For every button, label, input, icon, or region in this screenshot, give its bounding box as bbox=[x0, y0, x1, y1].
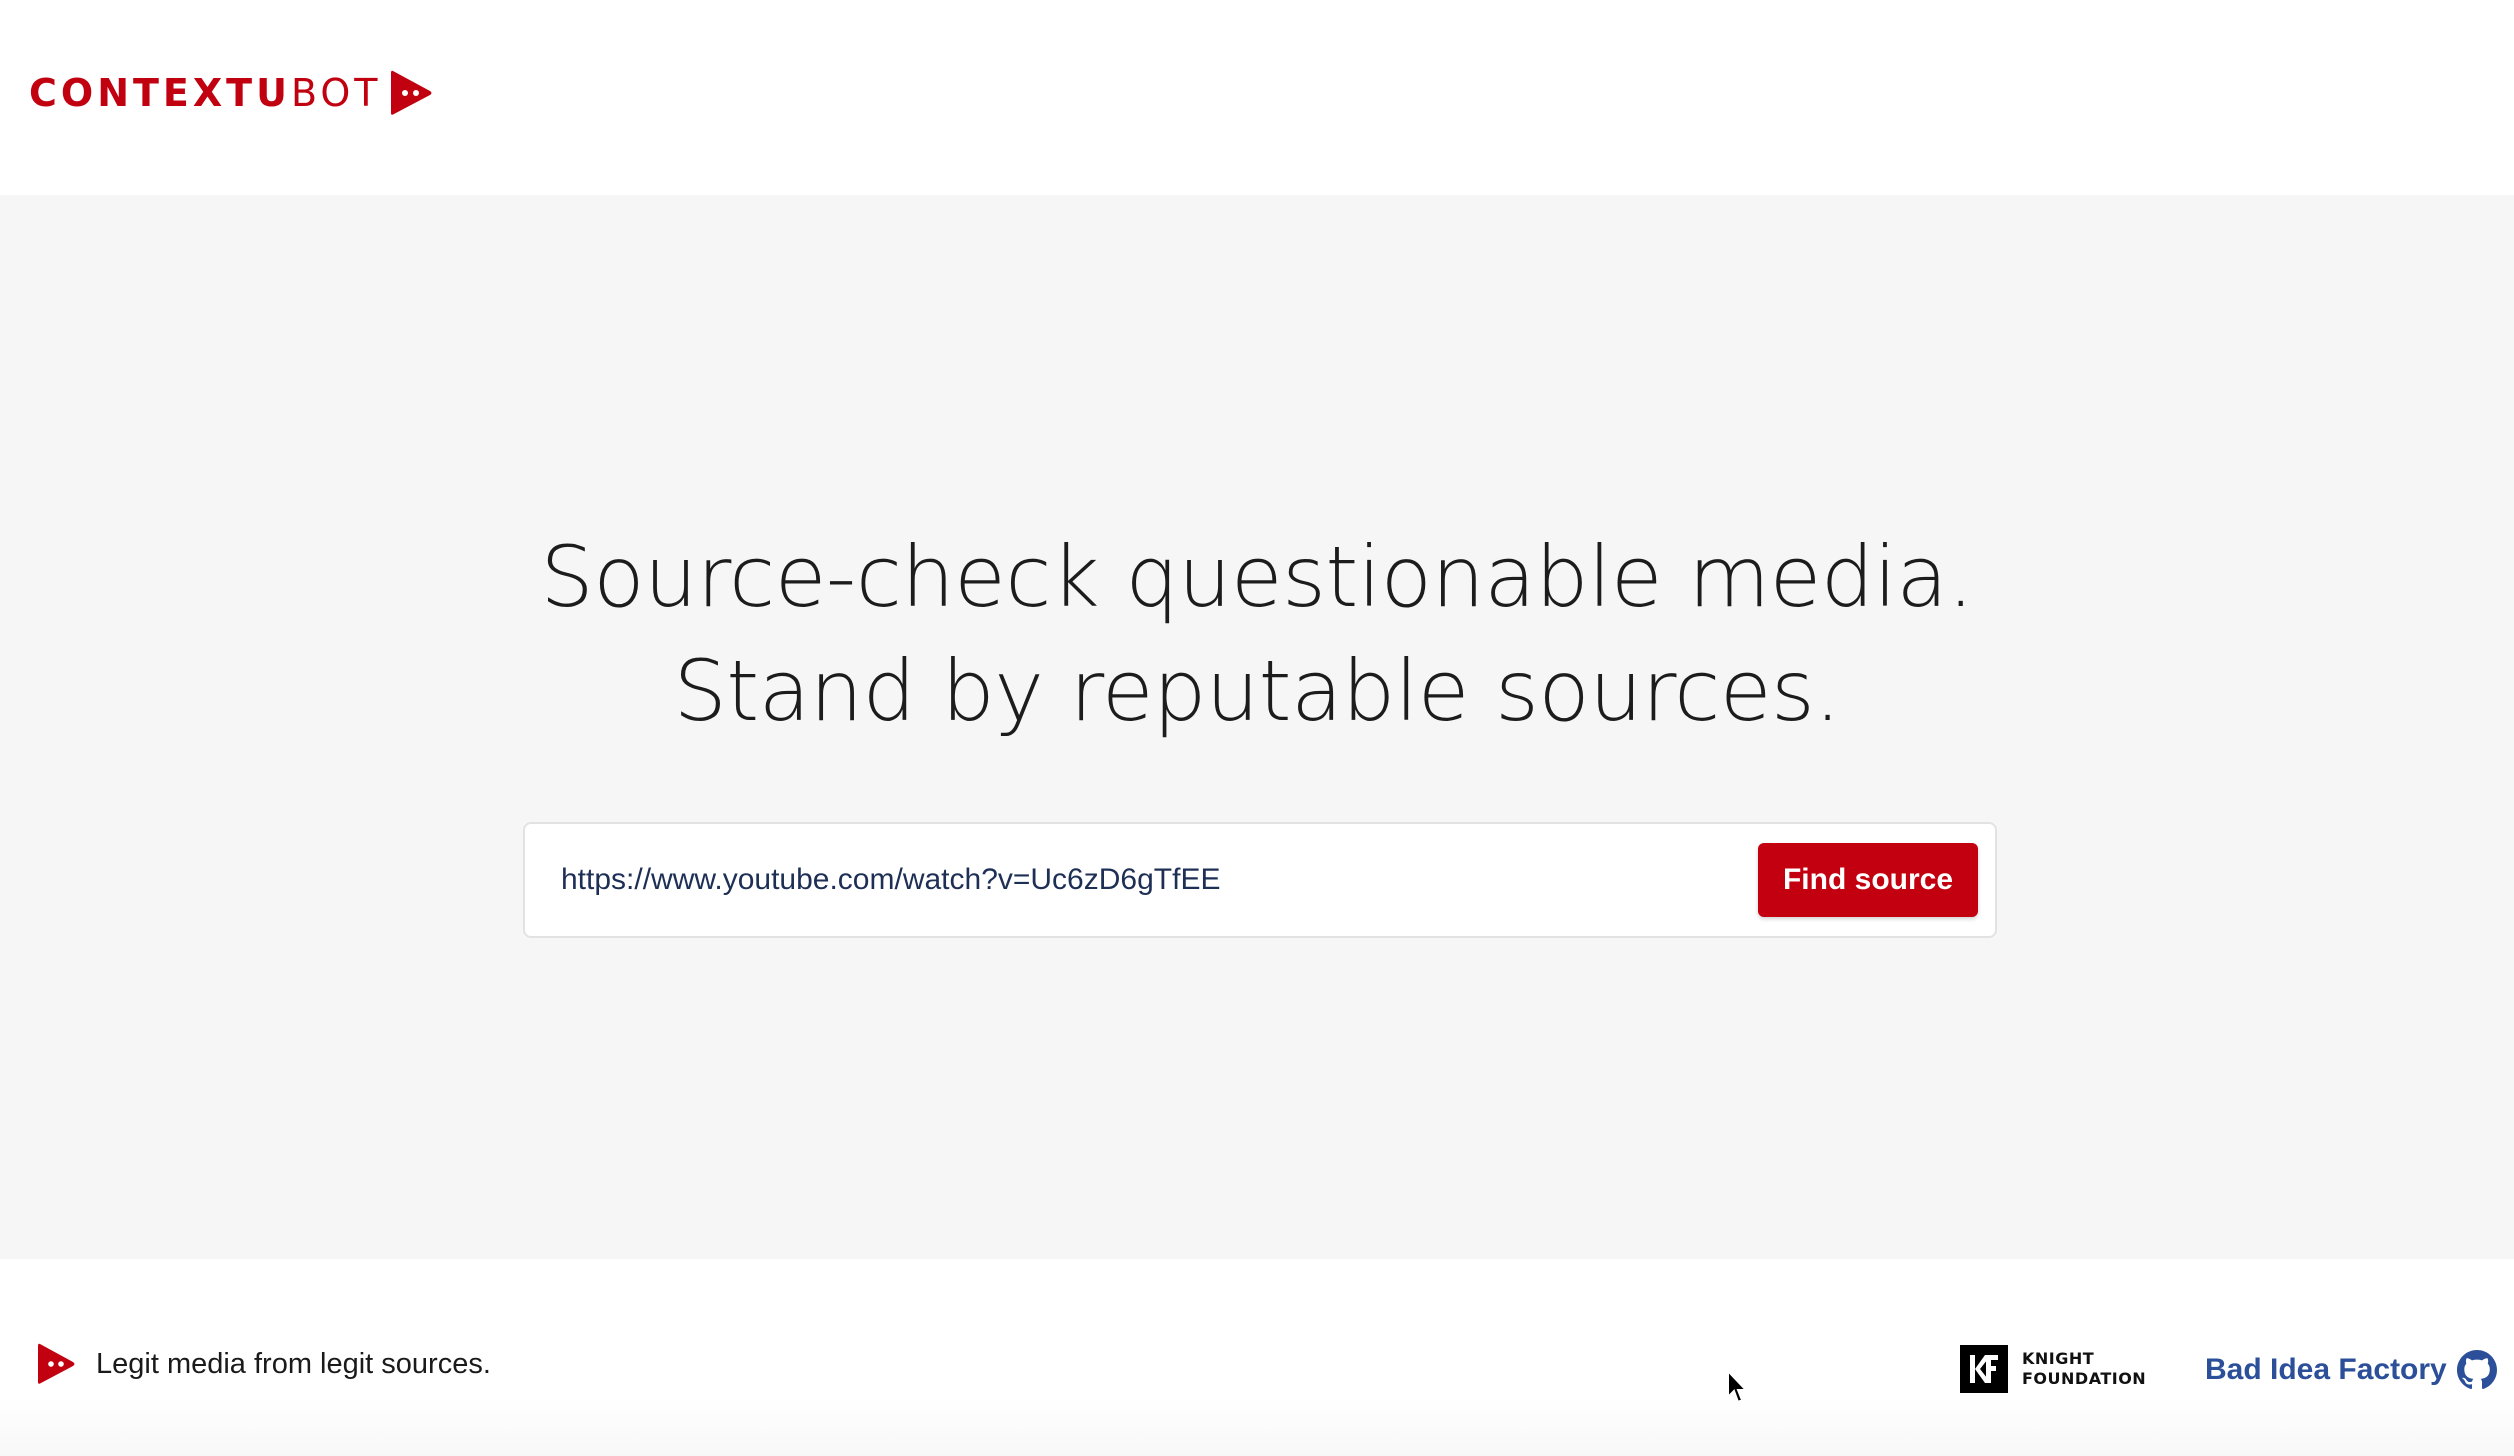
play-robot-icon bbox=[38, 1343, 75, 1384]
logo-text-bold: CONTEXTU bbox=[29, 71, 291, 115]
site-header: CONTEXTU BOT bbox=[0, 0, 2514, 195]
knight-line-1: KNIGHT bbox=[2022, 1349, 2095, 1368]
mouse-cursor-icon bbox=[1727, 1369, 1749, 1404]
site-footer: Legit media from legit sources. KNIGHT F… bbox=[0, 1259, 2514, 1456]
contextubot-logo[interactable]: CONTEXTU BOT bbox=[29, 66, 433, 120]
play-robot-icon bbox=[391, 70, 432, 115]
page: CONTEXTU BOT Source-check questionable m… bbox=[0, 0, 2514, 1456]
find-source-button[interactable]: Find source bbox=[1758, 843, 1978, 917]
hero-headline: Source-check questionable media. Stand b… bbox=[0, 520, 2514, 748]
logo-text-light: BOT bbox=[290, 71, 382, 115]
bad-idea-factory-link[interactable]: Bad Idea Factory bbox=[2205, 1347, 2497, 1393]
source-search-form: Find source bbox=[523, 822, 1997, 938]
headline-line-1: Source-check questionable media. bbox=[540, 528, 1974, 626]
footer-branding: Legit media from legit sources. bbox=[36, 1339, 491, 1389]
knight-foundation-wordmark: KNIGHT FOUNDATION bbox=[2022, 1349, 2146, 1389]
github-icon bbox=[2456, 1350, 2497, 1390]
knight-foundation-logo-icon bbox=[1960, 1345, 2008, 1393]
knight-line-2: FOUNDATION bbox=[2022, 1369, 2147, 1388]
bad-idea-factory-label: Bad Idea Factory bbox=[2205, 1353, 2447, 1386]
knight-foundation-link[interactable]: KNIGHT FOUNDATION bbox=[1960, 1345, 2146, 1393]
footer-tagline: Legit media from legit sources. bbox=[96, 1347, 491, 1380]
media-url-input[interactable] bbox=[561, 844, 1731, 916]
headline-line-2: Stand by reputable sources. bbox=[673, 642, 1841, 740]
hero-section: Source-check questionable media. Stand b… bbox=[0, 195, 2514, 1259]
